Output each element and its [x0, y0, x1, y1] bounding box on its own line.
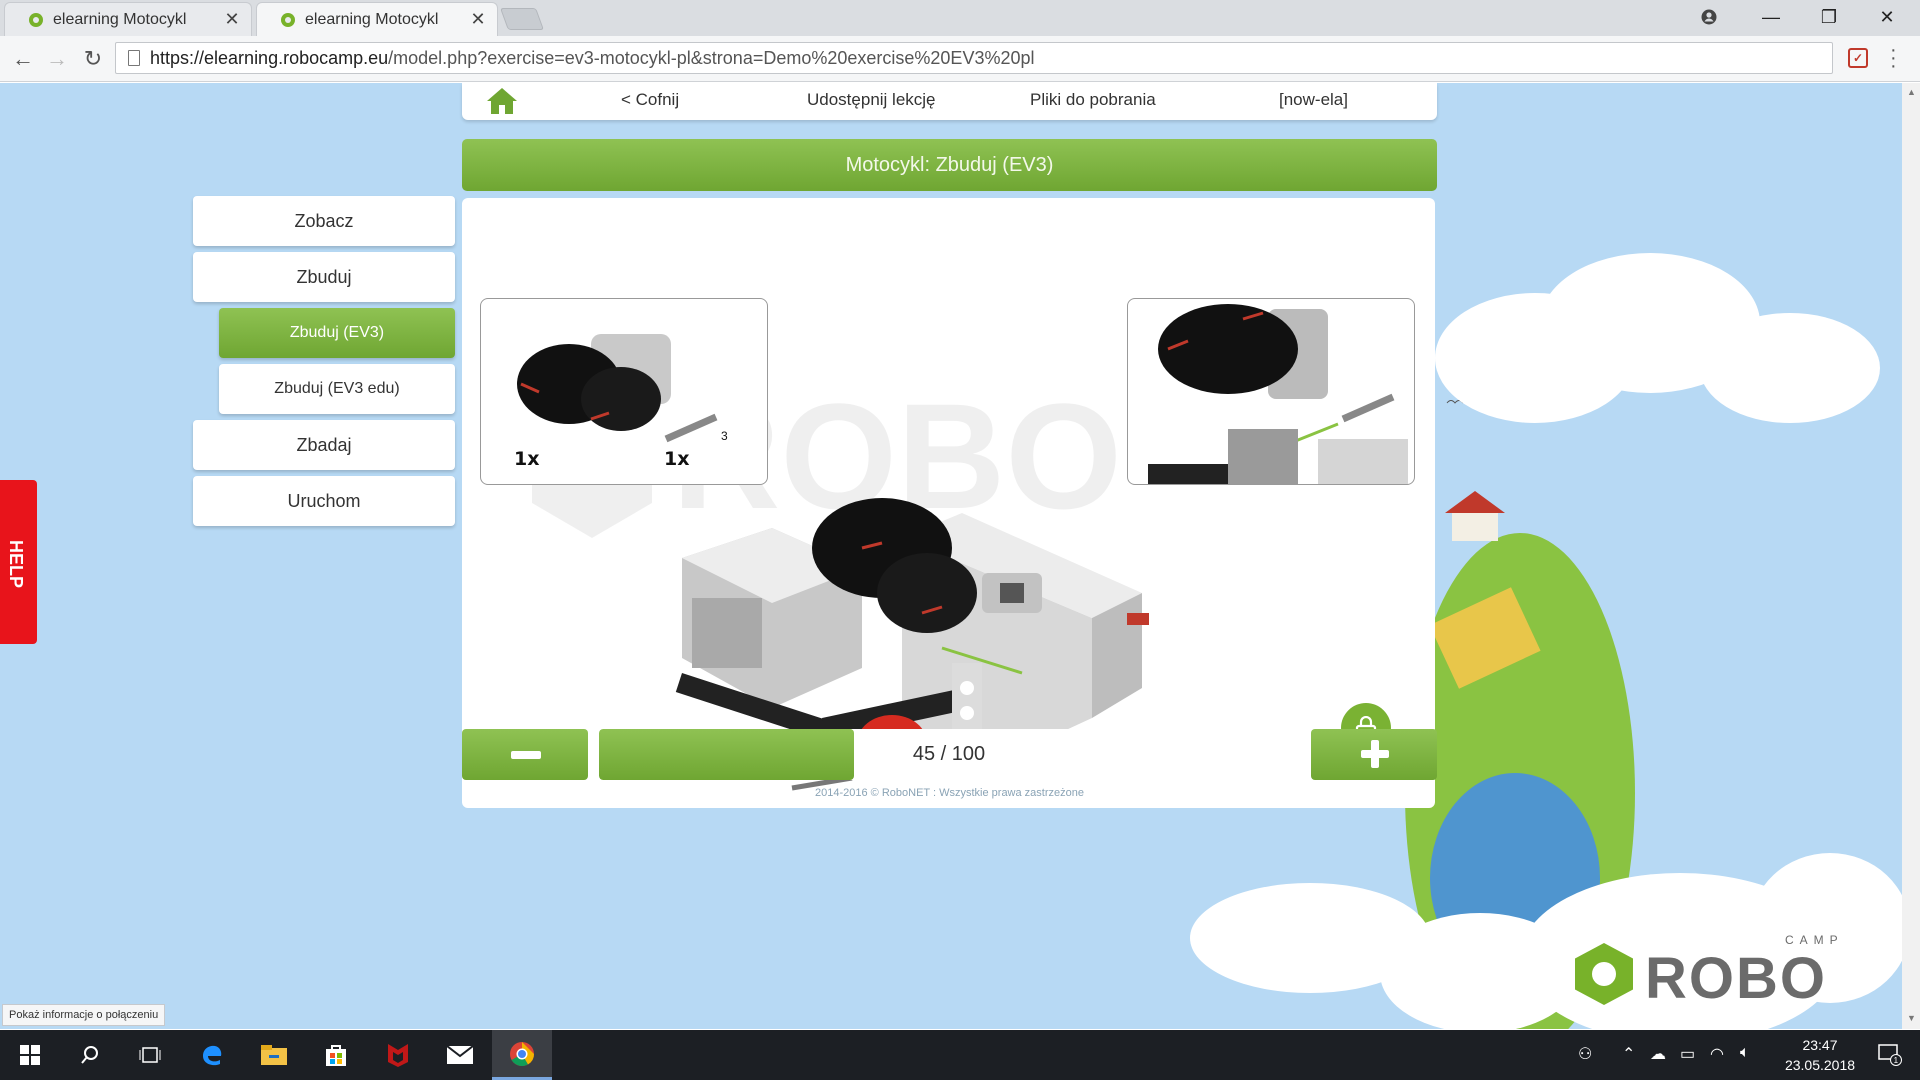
- page-viewport: ROBO CAMP < Cofnij Udostępnij lekcję Pli…: [0, 83, 1902, 1029]
- axle-length-label: 3: [721, 429, 728, 443]
- clock-time: 23:47: [1802, 1037, 1838, 1053]
- step-detail-panel: [1127, 298, 1415, 485]
- start-icon[interactable]: [0, 1030, 60, 1080]
- cloud-illustration: [1700, 313, 1880, 423]
- tab-title: elearning Motocykl: [53, 10, 187, 28]
- onedrive-icon[interactable]: ☁: [1650, 1044, 1666, 1064]
- part-quantity: 1x: [514, 448, 540, 470]
- status-bubble: Pokaż informacje o połączeniu: [2, 1004, 166, 1026]
- close-tab-icon[interactable]: ✕: [467, 9, 489, 30]
- share-lesson-link[interactable]: Udostępnij lekcję: [807, 90, 936, 110]
- downloads-link[interactable]: Pliki do pobrania: [1030, 90, 1156, 110]
- people-icon[interactable]: ⚇: [1578, 1044, 1592, 1064]
- forward-arrow-icon[interactable]: →: [42, 44, 72, 74]
- store-icon[interactable]: [306, 1030, 366, 1080]
- tab-title: elearning Motocykl: [305, 10, 439, 28]
- address-bar[interactable]: https://elearning.robocamp.eu /model.php…: [115, 42, 1833, 74]
- logo-text: ROBO: [1645, 946, 1827, 1011]
- wifi-icon[interactable]: ◠: [1710, 1044, 1724, 1064]
- restore-icon[interactable]: ❐: [1800, 0, 1858, 34]
- page-info-icon[interactable]: [128, 50, 140, 66]
- step-detail-illustration: [1148, 304, 1408, 484]
- next-step-button[interactable]: [1311, 729, 1437, 780]
- lesson-nav: < Cofnij Udostępnij lekcję Pliki do pobr…: [462, 83, 1437, 120]
- notification-count: 1: [1894, 1056, 1899, 1065]
- robocamp-favicon-icon: [29, 12, 43, 27]
- parts-list-panel: 1x 1x 3: [480, 298, 768, 485]
- sidebar-item-zobacz[interactable]: Zobacz: [193, 196, 455, 246]
- instruction-panel: ROBO 1x 1x 3: [462, 198, 1435, 808]
- system-clock[interactable]: 23:47 23.05.2018: [1780, 1035, 1860, 1075]
- show-hidden-icons-icon[interactable]: ⌃: [1622, 1044, 1635, 1064]
- robocamp-hex-icon: [1575, 943, 1633, 1005]
- mcafee-icon[interactable]: [368, 1030, 428, 1080]
- help-tab[interactable]: HELP: [0, 480, 37, 644]
- help-label: HELP: [6, 540, 26, 589]
- volume-icon[interactable]: 🔈︎: [1740, 1044, 1750, 1062]
- clock-date: 23.05.2018: [1784, 1057, 1856, 1073]
- tab-1[interactable]: elearning Motocykl ✕: [4, 2, 252, 36]
- reload-icon[interactable]: ↻: [78, 44, 108, 74]
- sidebar-item-zbuduj-ev3-edu[interactable]: Zbuduj (EV3 edu): [219, 364, 455, 414]
- profile-icon[interactable]: [1680, 0, 1738, 34]
- browser-window: elearning Motocykl ✕ elearning Motocykl …: [0, 0, 1920, 1080]
- minimize-icon[interactable]: —: [1742, 0, 1800, 34]
- cloud-illustration: [1380, 913, 1580, 1029]
- previous-step-button[interactable]: [462, 729, 588, 780]
- house-illustration: [1445, 491, 1505, 541]
- mail-icon[interactable]: [430, 1030, 490, 1080]
- scroll-up-icon[interactable]: ▲: [1907, 87, 1916, 97]
- sidebar-item-zbuduj[interactable]: Zbuduj: [193, 252, 455, 302]
- robocamp-favicon-icon: [281, 12, 295, 27]
- robocamp-logo: ROBO CAMP: [1575, 933, 1860, 1013]
- action-center-icon[interactable]: 1: [1860, 1030, 1920, 1080]
- url-host: https://elearning.robocamp.eu: [150, 47, 389, 68]
- battery-icon[interactable]: ▭: [1680, 1044, 1695, 1064]
- sidebar-item-zbadaj[interactable]: Zbadaj: [193, 420, 455, 470]
- scroll-down-icon[interactable]: ▼: [1907, 1013, 1916, 1023]
- logo-camp-text: CAMP: [1785, 933, 1844, 947]
- url-path: /model.php?exercise=ev3-motocykl-pl&stro…: [388, 47, 1035, 68]
- edge-icon[interactable]: [182, 1030, 242, 1080]
- close-tab-icon[interactable]: ✕: [221, 9, 243, 30]
- file-explorer-icon[interactable]: [244, 1030, 304, 1080]
- back-link[interactable]: < Cofnij: [621, 90, 679, 110]
- page-title: Motocykl: Zbuduj (EV3): [462, 139, 1437, 191]
- windows-taskbar: ⚇ ⌃ ☁ ▭ ◠ 🔈︎ 23:47 23.05.2018 1: [0, 1030, 1920, 1080]
- extension-shield-icon[interactable]: ✓: [1848, 48, 1868, 68]
- browser-toolbar: ← → ↻ https://elearning.robocamp.eu /mod…: [0, 36, 1920, 82]
- browser-menu-icon[interactable]: · · ·: [1890, 40, 1897, 76]
- search-icon[interactable]: [60, 1030, 120, 1080]
- home-icon[interactable]: [486, 87, 518, 115]
- copyright-text: 2014-2016 © RoboNET : Wszystkie prawa za…: [815, 787, 1084, 799]
- part-quantity: 1x: [664, 448, 690, 470]
- back-arrow-icon[interactable]: ←: [8, 44, 38, 74]
- new-tab-button[interactable]: [499, 8, 545, 30]
- tab-strip: elearning Motocykl ✕ elearning Motocykl …: [0, 0, 1920, 36]
- task-view-icon[interactable]: [120, 1030, 180, 1080]
- close-window-icon[interactable]: ✕: [1858, 0, 1916, 34]
- sidebar-item-zbuduj-ev3[interactable]: Zbuduj (EV3): [219, 308, 455, 358]
- page-scrollbar[interactable]: ▲ ▼: [1902, 83, 1920, 1029]
- chrome-icon[interactable]: [492, 1030, 552, 1080]
- sidebar-item-uruchom[interactable]: Uruchom: [193, 476, 455, 526]
- tab-2[interactable]: elearning Motocykl ✕: [256, 2, 498, 36]
- user-link[interactable]: [now-ela]: [1279, 90, 1348, 110]
- progress-label: 45 / 100: [912, 743, 986, 765]
- step-progress-bar[interactable]: 45 / 100: [599, 729, 1299, 780]
